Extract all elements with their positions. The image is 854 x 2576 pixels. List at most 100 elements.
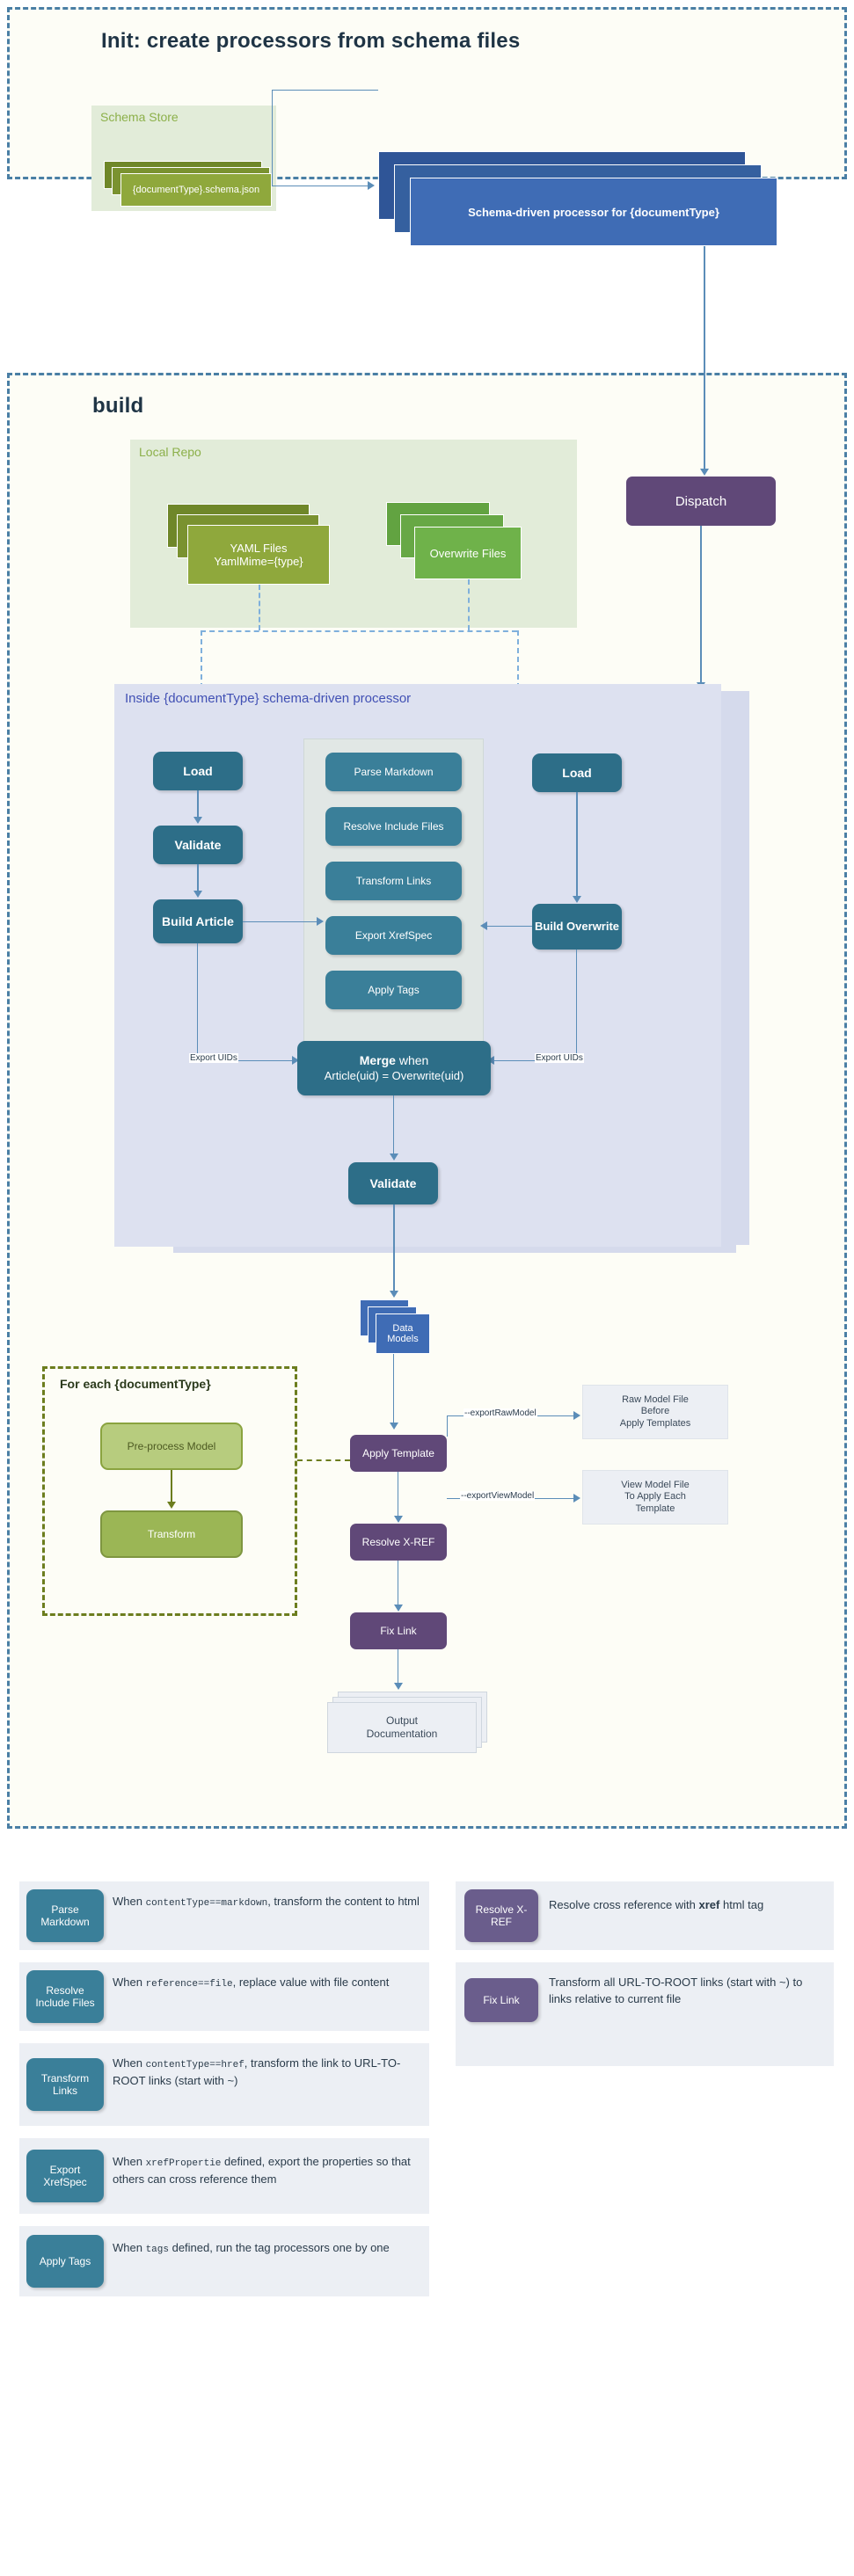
note-view-model-file: View Model File To Apply Each Template bbox=[582, 1470, 728, 1524]
note-view-line1: View Model File bbox=[621, 1480, 690, 1491]
legend-desc-0: When contentType==markdown, transform th… bbox=[113, 1895, 420, 1909]
legend-chip-transform-links: Transform Links bbox=[26, 2058, 104, 2111]
plugin-node-resolve-include-files: Resolve Include Files bbox=[325, 807, 462, 846]
arrow-preprocess-transform bbox=[167, 1502, 176, 1509]
note-raw-line2: Before bbox=[640, 1406, 670, 1417]
diagram-canvas: Init: create processors from schema file… bbox=[0, 0, 854, 2576]
node-resolve-xref: Resolve X-REF bbox=[350, 1524, 447, 1561]
node-validate-merge: Validate bbox=[348, 1162, 438, 1204]
legend-row-2: Transform Links When contentType==href, … bbox=[19, 2043, 429, 2126]
edge-label-export-uids-left: Export UIDs bbox=[189, 1053, 238, 1063]
arrow-buildarticle-plugins bbox=[317, 917, 324, 926]
node-validate-left: Validate bbox=[153, 826, 243, 864]
legend-desc-1: When reference==file, replace value with… bbox=[113, 1976, 390, 1990]
legend-desc-r1: Transform all URL-TO-ROOT links (start w… bbox=[549, 1976, 803, 2005]
dashed-foreach-to-applytemplate bbox=[297, 1459, 350, 1461]
yaml-files-label-1: YAML Files bbox=[230, 542, 288, 555]
legend-chip-transform-links-l1: Transform bbox=[40, 2071, 90, 2085]
connector-buildarticle-plugins bbox=[243, 921, 318, 922]
note-raw-model-file: Raw Model File Before Apply Templates bbox=[582, 1385, 728, 1439]
legend-row-3: Export XrefSpec When xrefPropertie defin… bbox=[19, 2138, 429, 2214]
note-view-line2: To Apply Each bbox=[624, 1491, 686, 1503]
legend-chip-apply-tags: Apply Tags bbox=[26, 2235, 104, 2288]
connector-schema-to-processor-vert bbox=[272, 90, 273, 186]
foreach-container bbox=[42, 1366, 297, 1616]
arrow-resolvexref-fixlink bbox=[394, 1605, 403, 1612]
connector-export-raw-vert bbox=[447, 1415, 448, 1437]
plugin-node-export-xrefspec: Export XrefSpec bbox=[325, 916, 462, 955]
arrow-load-validate-left bbox=[193, 817, 202, 824]
arrow-processor-to-dispatch bbox=[700, 469, 709, 476]
legend-chip-resolve-xref-l2: REF bbox=[491, 1916, 512, 1928]
node-load-left: Load bbox=[153, 752, 243, 790]
build-phase-title: build bbox=[92, 394, 144, 418]
output-documentation-box: Output Documentation bbox=[327, 1702, 477, 1753]
connector-load-validate-left bbox=[197, 790, 199, 819]
connector-preprocess-transform bbox=[171, 1470, 172, 1503]
data-models-box: Data Models bbox=[376, 1313, 430, 1354]
plugin-node-parse-markdown: Parse Markdown bbox=[325, 753, 462, 791]
legend-row-1: Resolve Include Files When reference==fi… bbox=[19, 1962, 429, 2031]
arrow-export-view bbox=[573, 1494, 580, 1503]
node-merge-rest: when bbox=[395, 1053, 429, 1068]
arrow-schema-to-processor bbox=[368, 181, 375, 190]
legend-desc-r0: Resolve cross reference with xref html t… bbox=[549, 1898, 764, 1911]
dashed-overwrite-down bbox=[468, 579, 470, 630]
arrow-applytemplate-resolvexref bbox=[394, 1516, 403, 1523]
arrow-validate-buildarticle bbox=[193, 891, 202, 898]
legend-chip-resolve-xref-l1: Resolve X- bbox=[475, 1903, 528, 1916]
node-merge-line1: Merge when bbox=[360, 1053, 429, 1069]
arrow-load-buildoverwrite bbox=[573, 896, 581, 903]
connector-validate-buildarticle bbox=[197, 864, 199, 892]
legend-chip-export-xrefspec-l1: Export bbox=[49, 2163, 81, 2176]
legend-chip-parse-markdown: Parse Markdown bbox=[26, 1889, 104, 1942]
node-build-overwrite-label: Build Overwrite bbox=[534, 919, 620, 933]
legend-chip-export-xrefspec-l2: XrefSpec bbox=[43, 2176, 87, 2188]
connector-processor-to-dispatch bbox=[704, 246, 705, 470]
node-fix-link: Fix Link bbox=[350, 1612, 447, 1649]
legend-chip-resolve-include-files-l1: Resolve bbox=[46, 1983, 84, 1997]
legend-desc-2: When contentType==href, transform the li… bbox=[113, 2056, 401, 2087]
legend-desc-4: When tags defined, run the tag processor… bbox=[113, 2241, 390, 2255]
connector-validate-datamodels bbox=[393, 1204, 395, 1292]
legend-chip-transform-links-l2: Links bbox=[52, 2085, 77, 2097]
overwrite-files-box: Overwrite Files bbox=[414, 527, 522, 579]
legend-chip-fix-link-l1: Fix Link bbox=[483, 1993, 520, 2006]
legend-row-4: Apply Tags When tags defined, run the ta… bbox=[19, 2226, 429, 2296]
yaml-files-box: YAML Files YamlMime={type} bbox=[187, 525, 330, 585]
legend-chip-export-xrefspec: Export XrefSpec bbox=[26, 2150, 104, 2202]
node-load-right: Load bbox=[532, 753, 622, 792]
plugin-node-apply-tags: Apply Tags bbox=[325, 971, 462, 1009]
legend-desc-3: When xrefPropertie defined, export the p… bbox=[113, 2155, 411, 2186]
edge-label-export-raw-model: --exportRawModel bbox=[463, 1408, 537, 1418]
arrow-merge-validate bbox=[390, 1153, 398, 1161]
legend-chip-parse-markdown-l1: Parse bbox=[51, 1903, 79, 1916]
note-raw-line1: Raw Model File bbox=[622, 1394, 689, 1406]
node-preprocess-model: Pre-process Model bbox=[100, 1423, 243, 1470]
node-apply-template: Apply Template bbox=[350, 1435, 447, 1472]
node-merge-bold: Merge bbox=[359, 1053, 396, 1068]
output-doc-label-2: Documentation bbox=[366, 1728, 438, 1740]
note-view-line3: Template bbox=[635, 1503, 675, 1514]
local-repo-title: Local Repo bbox=[139, 445, 201, 459]
connector-plugins-buildoverwrite bbox=[485, 926, 532, 927]
dashed-repo-horizontal bbox=[201, 630, 517, 632]
arrow-plugins-buildoverwrite bbox=[480, 921, 487, 930]
connector-load-buildoverwrite bbox=[576, 792, 578, 898]
schema-file-box: {documentType}.schema.json bbox=[120, 173, 272, 207]
arrow-export-raw bbox=[573, 1411, 580, 1420]
legend-row-0: Parse Markdown When contentType==markdow… bbox=[19, 1881, 429, 1950]
node-build-article: Build Article bbox=[153, 899, 243, 943]
legend-chip-apply-tags-l1: Apply Tags bbox=[39, 2254, 91, 2267]
schema-store-title: Schema Store bbox=[100, 110, 179, 124]
legend-chip-resolve-xref: Resolve X- REF bbox=[464, 1889, 538, 1942]
edge-label-export-view-model: --exportViewModel bbox=[460, 1491, 536, 1501]
connector-datamodels-applytemplate bbox=[393, 1354, 394, 1424]
dispatch-node: Dispatch bbox=[626, 477, 776, 526]
data-models-label-2: Models bbox=[387, 1334, 419, 1344]
legend-row-r0: Resolve X- REF Resolve cross reference w… bbox=[456, 1881, 834, 1950]
inner-processor-title: Inside {documentType} schema-driven proc… bbox=[125, 691, 412, 706]
arrow-datamodels-applytemplate bbox=[390, 1423, 398, 1430]
legend-row-r1: Fix Link Transform all URL-TO-ROOT links… bbox=[456, 1962, 834, 2066]
legend-chip-parse-markdown-l2: Markdown bbox=[40, 1916, 90, 1928]
